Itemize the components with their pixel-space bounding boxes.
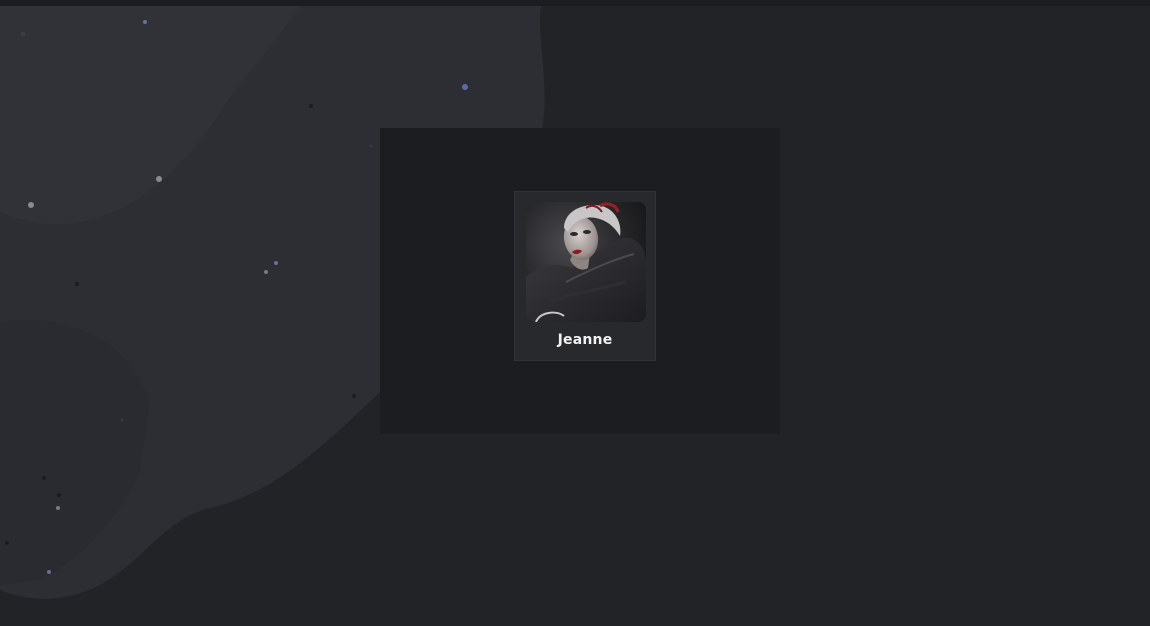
star [75, 282, 79, 286]
character-portrait-icon [526, 202, 646, 322]
star [47, 570, 51, 574]
star [369, 144, 373, 148]
star [352, 394, 356, 398]
star [5, 541, 9, 545]
star [56, 506, 60, 510]
character-card-jeanne[interactable]: Jeanne [514, 191, 656, 361]
star [264, 270, 268, 274]
portrait-illustration [526, 202, 646, 322]
star [20, 31, 26, 37]
star [309, 104, 313, 108]
star [156, 176, 162, 182]
star [28, 202, 34, 208]
page: Jeanne [0, 0, 1150, 626]
character-select-panel: Jeanne [380, 128, 780, 434]
star [42, 476, 46, 480]
star [143, 20, 147, 24]
star [462, 84, 468, 90]
star [57, 493, 61, 497]
character-name: Jeanne [557, 332, 613, 348]
star [120, 418, 124, 422]
star [274, 261, 278, 265]
